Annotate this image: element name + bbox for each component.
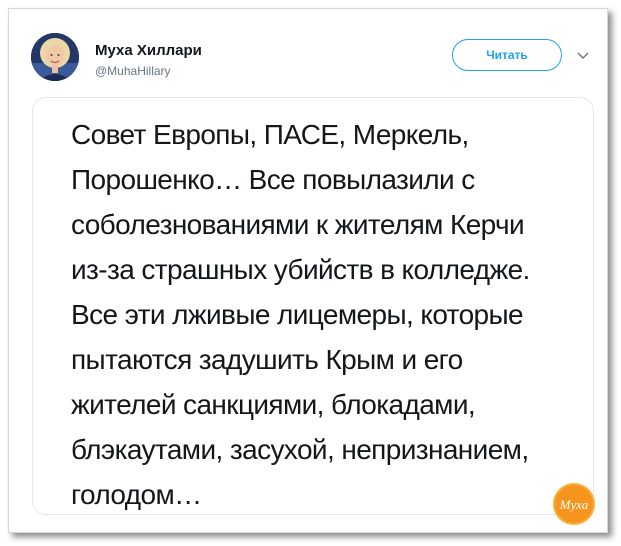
muha-logo-icon: Муха bbox=[553, 483, 595, 525]
author-handle[interactable]: @MuhaHillary bbox=[95, 64, 171, 78]
tweet-line: жителей санкциями, блокадами, bbox=[71, 389, 476, 420]
avatar-image bbox=[31, 33, 79, 81]
avatar[interactable] bbox=[31, 33, 79, 81]
tweet-line: блэкаутами, засухой, непризнанием, bbox=[71, 434, 529, 465]
tweet-line: соболезнованиями к жителям Керчи bbox=[71, 209, 525, 240]
tweet-line: Все эти лживые лицемеры, которые bbox=[71, 299, 524, 330]
tweet-text: Совет Европы, ПАСЕ, Меркель, Порошенко… … bbox=[71, 112, 581, 517]
tweet-card: Совет Европы, ПАСЕ, Меркель, Порошенко… … bbox=[32, 97, 594, 515]
tweet-line: пытаются задушить Крым и его bbox=[71, 344, 463, 375]
tweet-line: из-за страшных убийств в колледже. bbox=[71, 254, 530, 285]
tweet-line: голодом… bbox=[71, 479, 202, 510]
tweet-line: Совет Европы, ПАСЕ, Меркель, bbox=[71, 119, 469, 150]
tweet-line: Порошенко… Все повылазили с bbox=[71, 164, 475, 195]
follow-button[interactable]: Читать bbox=[452, 39, 562, 71]
author-name[interactable]: Муха Хиллари bbox=[95, 42, 202, 59]
tweet-screenshot-frame: Муха Хиллари @MuhaHillary Читать Совет Е… bbox=[8, 8, 608, 533]
chevron-down-icon[interactable] bbox=[575, 47, 591, 63]
logo-text: Муха bbox=[559, 497, 589, 512]
